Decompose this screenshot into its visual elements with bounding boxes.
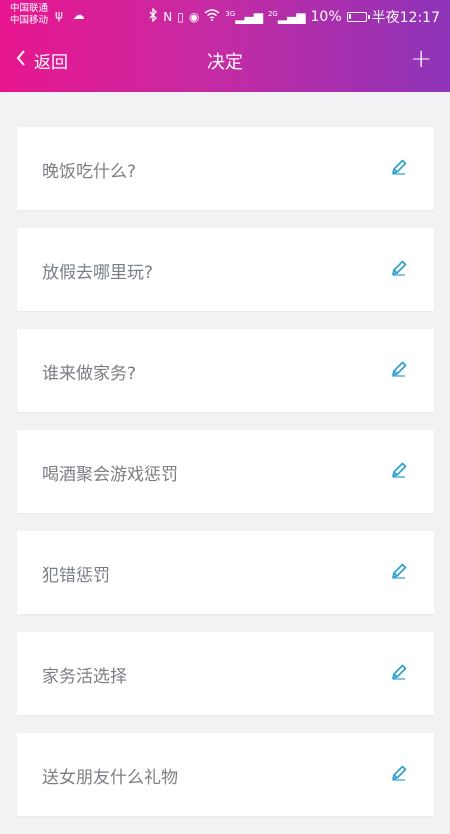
- page-title: 决定: [207, 52, 243, 73]
- status-bar: 中国联通 中国移动 ψ ☁ N ▯ ◉ 3G▂▄▆ 2G▂▄▆ 10% 半夜12…: [0, 0, 450, 32]
- eye-icon: ◉: [188, 10, 200, 24]
- decision-list: 晚饭吃什么? 放假去哪里玩? 谁来做家务? 喝酒聚会游戏惩罚 犯错惩罚家务活选择送女朋友…: [17, 127, 434, 834]
- decision-label: 晚饭吃什么?: [42, 162, 137, 182]
- decision-label: 家务活选择: [42, 667, 127, 687]
- battery-fill: [348, 14, 351, 19]
- carrier-2: 中国移动: [10, 15, 49, 26]
- battery-icon: [346, 12, 370, 22]
- status-right-group: N ▯ ◉ 3G▂▄▆ 2G▂▄▆ 10% 半夜12:17: [149, 7, 440, 27]
- plus-icon: +: [410, 44, 432, 74]
- battery-percent: 10%: [310, 9, 342, 25]
- pencil-icon[interactable]: [390, 461, 408, 479]
- signal-3g-label: 3G: [225, 10, 236, 18]
- pencil-icon[interactable]: [390, 360, 408, 378]
- decision-label: 送女朋友什么礼物: [42, 768, 178, 788]
- decision-label: 谁来做家务?: [42, 364, 137, 384]
- decision-item[interactable]: 晚饭吃什么?: [17, 127, 434, 210]
- signal-3g-icon: 3G▂▄▆: [225, 10, 263, 24]
- bluetooth-icon: [149, 7, 158, 26]
- clock: 半夜12:17: [371, 10, 440, 26]
- decision-label: 喝酒聚会游戏惩罚: [42, 465, 178, 485]
- pencil-icon[interactable]: [390, 259, 408, 277]
- carrier-1: 中国联通: [10, 3, 49, 14]
- decision-label: 放假去哪里玩?: [42, 263, 154, 283]
- add-button[interactable]: +: [410, 44, 432, 74]
- decision-item[interactable]: 家务活选择: [17, 632, 434, 715]
- pencil-icon[interactable]: [390, 764, 408, 782]
- carrier-info: 中国联通 中国移动: [10, 3, 48, 27]
- pencil-icon[interactable]: [390, 158, 408, 176]
- navbar: 返回 决定 +: [0, 32, 450, 92]
- decision-item[interactable]: 犯错惩罚: [17, 531, 434, 614]
- decision-label: 犯错惩罚: [42, 566, 110, 586]
- wifi-icon: [204, 9, 220, 25]
- signal-2g-icon: 2G▂▄▆: [267, 10, 306, 24]
- decision-item[interactable]: 喝酒聚会游戏惩罚: [17, 430, 434, 513]
- vibrate-icon: ▯: [177, 10, 184, 24]
- decision-item[interactable]: 谁来做家务?: [17, 329, 434, 412]
- pencil-icon[interactable]: [390, 663, 408, 681]
- app-header: 中国联通 中国移动 ψ ☁ N ▯ ◉ 3G▂▄▆ 2G▂▄▆ 10% 半夜12…: [0, 0, 450, 92]
- notification-icons: ψ ☁: [55, 8, 88, 22]
- decision-item[interactable]: 放假去哪里玩?: [17, 228, 434, 311]
- decision-item[interactable]: 送女朋友什么礼物: [17, 733, 434, 816]
- nfc-icon: N: [163, 10, 173, 24]
- signal-2g-label: 2G: [267, 10, 278, 18]
- pencil-icon[interactable]: [390, 562, 408, 580]
